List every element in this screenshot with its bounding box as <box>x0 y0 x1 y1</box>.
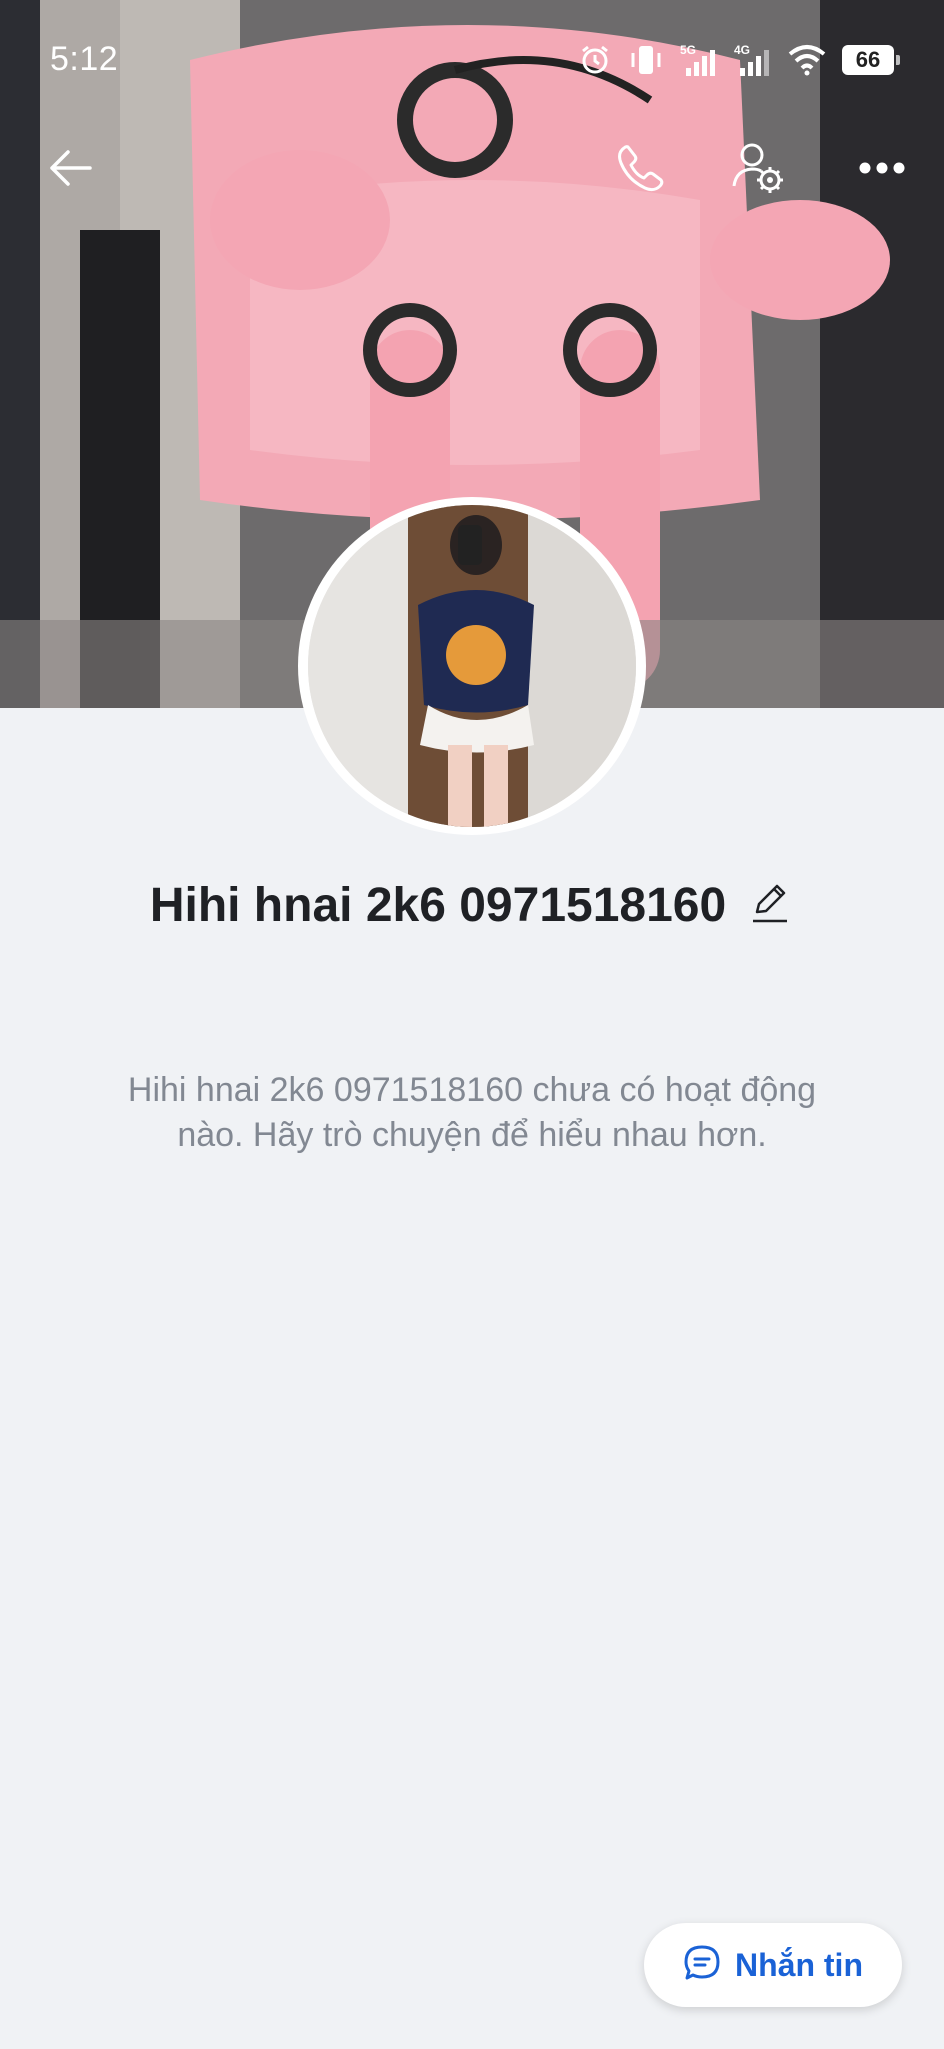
message-button-label: Nhắn tin <box>735 1946 863 1983</box>
more-options-button[interactable] <box>850 138 914 202</box>
status-icons: 5G 4G 66 <box>578 40 900 80</box>
top-navigation <box>0 130 944 210</box>
message-button[interactable]: Nhắn tin <box>644 1923 902 2007</box>
vibrate-icon <box>628 43 664 77</box>
pencil-icon <box>751 882 789 929</box>
battery-icon: 66 <box>842 45 900 75</box>
avatar-image <box>308 505 636 827</box>
status-time: 5:12 <box>50 40 119 78</box>
alarm-icon <box>578 43 612 77</box>
chat-bubble-icon <box>683 1944 721 1987</box>
signal-5g-icon: 5G <box>680 42 718 78</box>
battery-level: 66 <box>855 47 881 72</box>
avatar-frame[interactable] <box>298 497 646 835</box>
profile-settings-button[interactable] <box>726 138 790 202</box>
call-button[interactable] <box>608 138 672 202</box>
name-row: Hihi hnai 2k6 0971518160 <box>0 878 944 933</box>
user-settings-icon <box>730 140 786 201</box>
profile-name: Hihi hnai 2k6 0971518160 <box>149 879 727 932</box>
status-bar: 5:12 5G 4G 66 <box>0 0 944 120</box>
phone-icon <box>614 142 666 199</box>
network-4g-label: 4G <box>734 43 750 57</box>
profile-screen: 5:12 5G 4G 66 Hihi hnai 2k6 0971518160 H… <box>0 0 944 2049</box>
network-5g-label: 5G <box>680 43 696 57</box>
empty-activity-message: Hihi hnai 2k6 0971518160 chưa có hoạt độ… <box>127 1071 817 1154</box>
back-button[interactable] <box>38 138 102 202</box>
back-arrow-icon <box>46 148 94 193</box>
edit-name-button[interactable] <box>746 882 794 930</box>
wifi-icon <box>788 44 826 76</box>
signal-4g-icon: 4G <box>734 42 772 78</box>
more-icon <box>858 160 906 181</box>
avatar <box>308 505 636 827</box>
